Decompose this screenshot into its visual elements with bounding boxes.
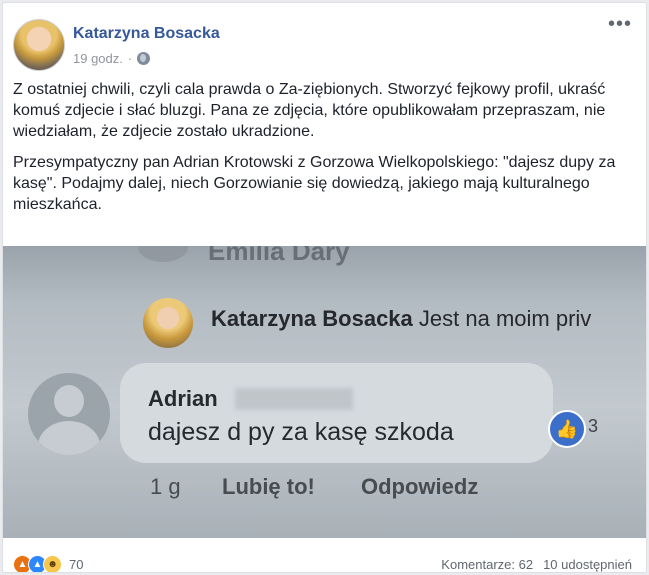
photo-author-avatar — [143, 298, 193, 348]
post-paragraph: Z ostatniej chwili, czyli cala prawda o … — [13, 81, 606, 140]
thumbs-up-icon: 👍 — [548, 410, 586, 448]
commenter-name: Adrian — [148, 386, 218, 411]
comments-count[interactable]: Komentarze: 62 — [441, 557, 533, 572]
post-paragraph: Przesympatyczny pan Adrian Krotowski z G… — [13, 154, 616, 213]
blurred-surname — [235, 388, 353, 410]
author-avatar[interactable] — [13, 19, 65, 71]
globe-icon[interactable] — [137, 52, 151, 65]
cropped-name: Emilia Dary — [208, 246, 350, 266]
haha-icon: ☻ — [43, 555, 62, 572]
separator-dot: · — [127, 51, 133, 66]
comment-time: 1 g — [150, 474, 181, 499]
post-time[interactable]: 19 godz. — [73, 51, 123, 66]
comment-like-count: 3 — [588, 416, 599, 436]
reaction-count[interactable]: 70 — [69, 557, 83, 572]
author-name[interactable]: Katarzyna Bosacka — [73, 25, 220, 43]
photo-reply-text: Jest na moim priv — [418, 306, 592, 331]
default-user-icon — [28, 373, 110, 455]
photo-reply-line: Katarzyna Bosacka Jest na moim priv — [211, 306, 591, 332]
shares-count[interactable]: 10 udostępnień — [543, 557, 632, 572]
post-photo[interactable]: Emilia Dary Katarzyna Bosacka Jest na mo… — [3, 246, 646, 538]
reactions-summary[interactable]: ▲ ▲ ☻ 70 — [13, 555, 83, 572]
photo-author-name: Katarzyna Bosacka — [211, 306, 413, 331]
post-footer: ▲ ▲ ☻ 70 Komentarze: 62 10 udostępnień — [3, 538, 646, 572]
comment-text: dajesz d py za kasę szkoda — [148, 418, 454, 446]
post-meta: 19 godz. · — [73, 51, 151, 66]
photo-reply-action: Odpowiedz — [361, 474, 479, 499]
photo-like-action: Lubię to! — [222, 474, 315, 499]
comment-bubble — [120, 363, 553, 463]
post-card: Katarzyna Bosacka 19 godz. · ••• Z ostat… — [2, 2, 647, 573]
post-stats: Komentarze: 62 10 udostępnień — [441, 557, 632, 572]
cropped-avatar — [138, 246, 188, 262]
more-options-icon[interactable]: ••• — [608, 14, 632, 34]
post-text: Z ostatniej chwili, czyli cala prawda o … — [13, 79, 623, 225]
